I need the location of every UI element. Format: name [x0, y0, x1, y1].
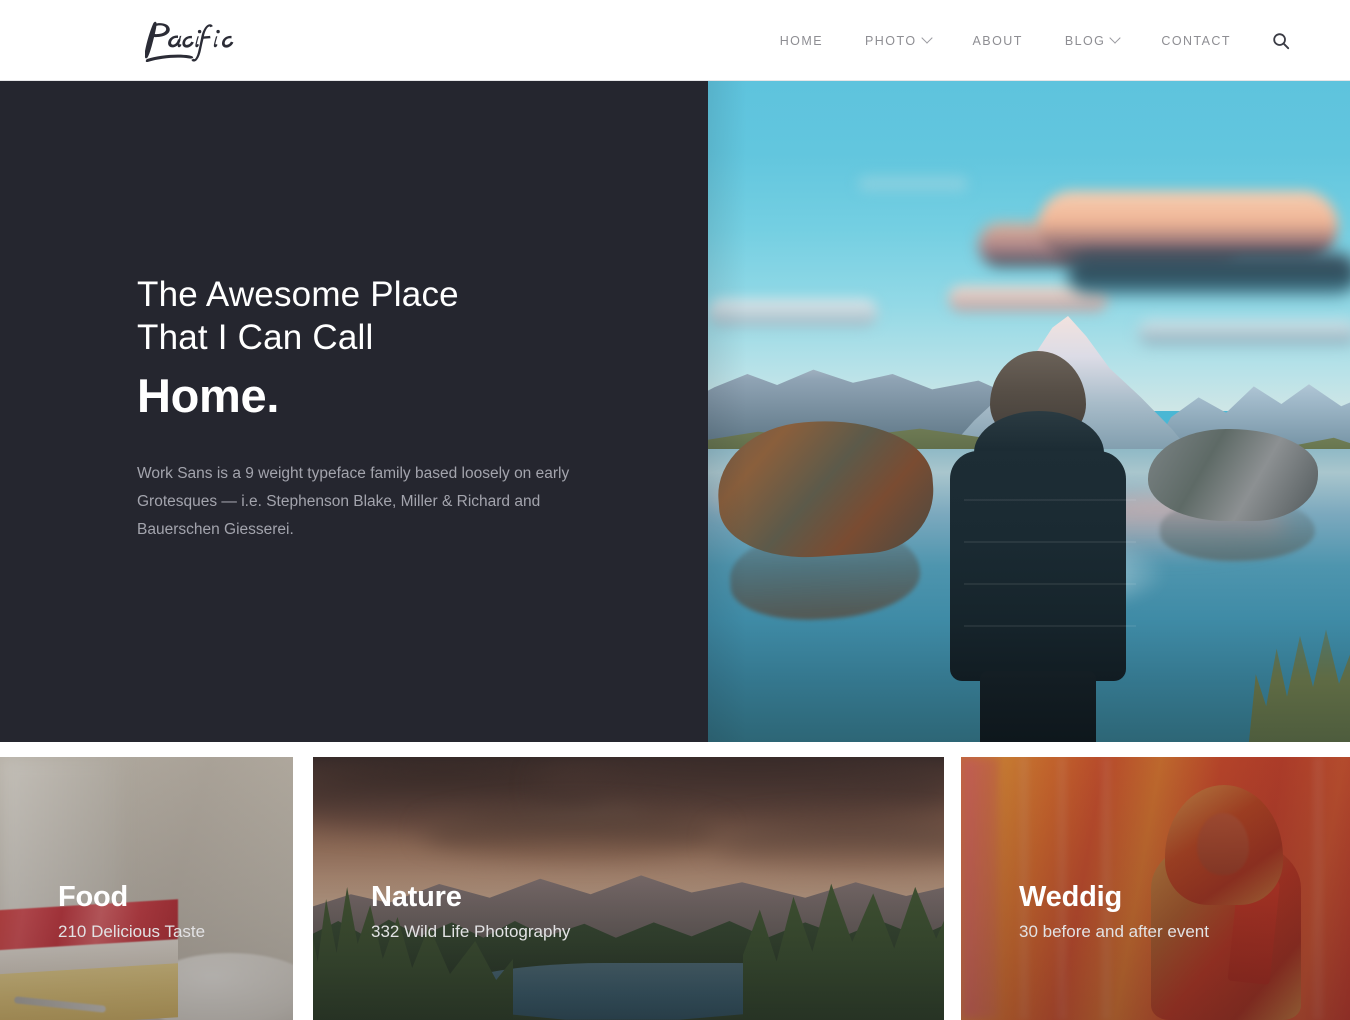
nav-item-home[interactable]: HOME	[759, 34, 844, 48]
category-card-food[interactable]: Food 210 Delicious Taste	[0, 757, 293, 1020]
card-subtitle: 30 before and after event	[1019, 922, 1209, 941]
hero-cloud-small-right	[1138, 321, 1350, 345]
card-subtitle: 332 Wild Life Photography	[371, 922, 571, 941]
nav-label-photo: PHOTO	[865, 33, 917, 48]
nav-label-home: HOME	[779, 33, 824, 48]
hero-person-lower	[980, 671, 1096, 742]
search-icon	[1273, 32, 1290, 49]
card-caption: Food 210 Delicious Taste	[58, 880, 205, 944]
hero-paragraph: Work Sans is a 9 weight typeface family …	[137, 465, 570, 538]
page-root: HOME PHOTO ABOUT BLOG CONTACT The Awesom…	[0, 0, 1350, 1020]
hero-rock-right	[1148, 429, 1318, 521]
nav-item-about[interactable]: ABOUT	[952, 34, 1044, 48]
main-navigation: HOME PHOTO ABOUT BLOG CONTACT	[759, 0, 1296, 81]
hero-cloud-dark	[1068, 253, 1350, 295]
hero-section: The Awesome Place That I Can Call Home. …	[0, 81, 1350, 742]
hero-heading: The Awesome Place That I Can Call Home.	[137, 273, 607, 427]
category-cards: Food 210 Delicious Taste Nature 332 Wild…	[0, 757, 1350, 1020]
card-caption: Weddig 30 before and after event	[1019, 880, 1209, 944]
hero-image	[708, 81, 1350, 742]
chevron-down-icon	[1109, 31, 1122, 44]
nav-label-about: ABOUT	[972, 33, 1023, 48]
card-caption: Nature 332 Wild Life Photography	[371, 880, 570, 944]
hero-person-jacket	[950, 451, 1136, 681]
jacket-seam	[964, 499, 1136, 501]
hero-heading-emphasis: Home.	[137, 369, 280, 422]
category-card-wedding[interactable]: Weddig 30 before and after event	[961, 757, 1350, 1020]
hero-cloud-main	[1038, 191, 1338, 261]
chevron-down-icon	[920, 31, 933, 44]
hero-text-panel: The Awesome Place That I Can Call Home. …	[0, 81, 708, 742]
hero-cloud-wisp	[858, 176, 968, 192]
hero-heading-line-1: The Awesome Place	[137, 275, 459, 314]
hero-copy: The Awesome Place That I Can Call Home. …	[137, 273, 607, 544]
hero-heading-line-2: That I Can Call	[137, 318, 374, 357]
site-header: HOME PHOTO ABOUT BLOG CONTACT	[0, 0, 1350, 81]
jacket-seam	[964, 583, 1136, 585]
search-button[interactable]	[1266, 32, 1296, 50]
nav-item-photo[interactable]: PHOTO	[844, 31, 951, 48]
card-title: Nature	[371, 881, 462, 913]
card-title: Food	[58, 881, 129, 913]
jacket-seam	[964, 541, 1136, 543]
card-title: Weddig	[1019, 881, 1122, 913]
nav-item-contact[interactable]: CONTACT	[1140, 34, 1252, 48]
pacific-logo-icon	[144, 21, 234, 63]
hero-cloud-small-left	[708, 299, 878, 327]
hero-person	[938, 351, 1138, 742]
nav-label-blog: BLOG	[1064, 33, 1106, 48]
card-subtitle: 210 Delicious Taste	[58, 922, 206, 941]
nav-label-contact: CONTACT	[1161, 33, 1231, 48]
site-logo[interactable]	[137, 18, 247, 64]
jacket-seam	[964, 625, 1136, 627]
category-card-nature[interactable]: Nature 332 Wild Life Photography	[313, 757, 944, 1020]
nav-item-blog[interactable]: BLOG	[1044, 31, 1141, 48]
